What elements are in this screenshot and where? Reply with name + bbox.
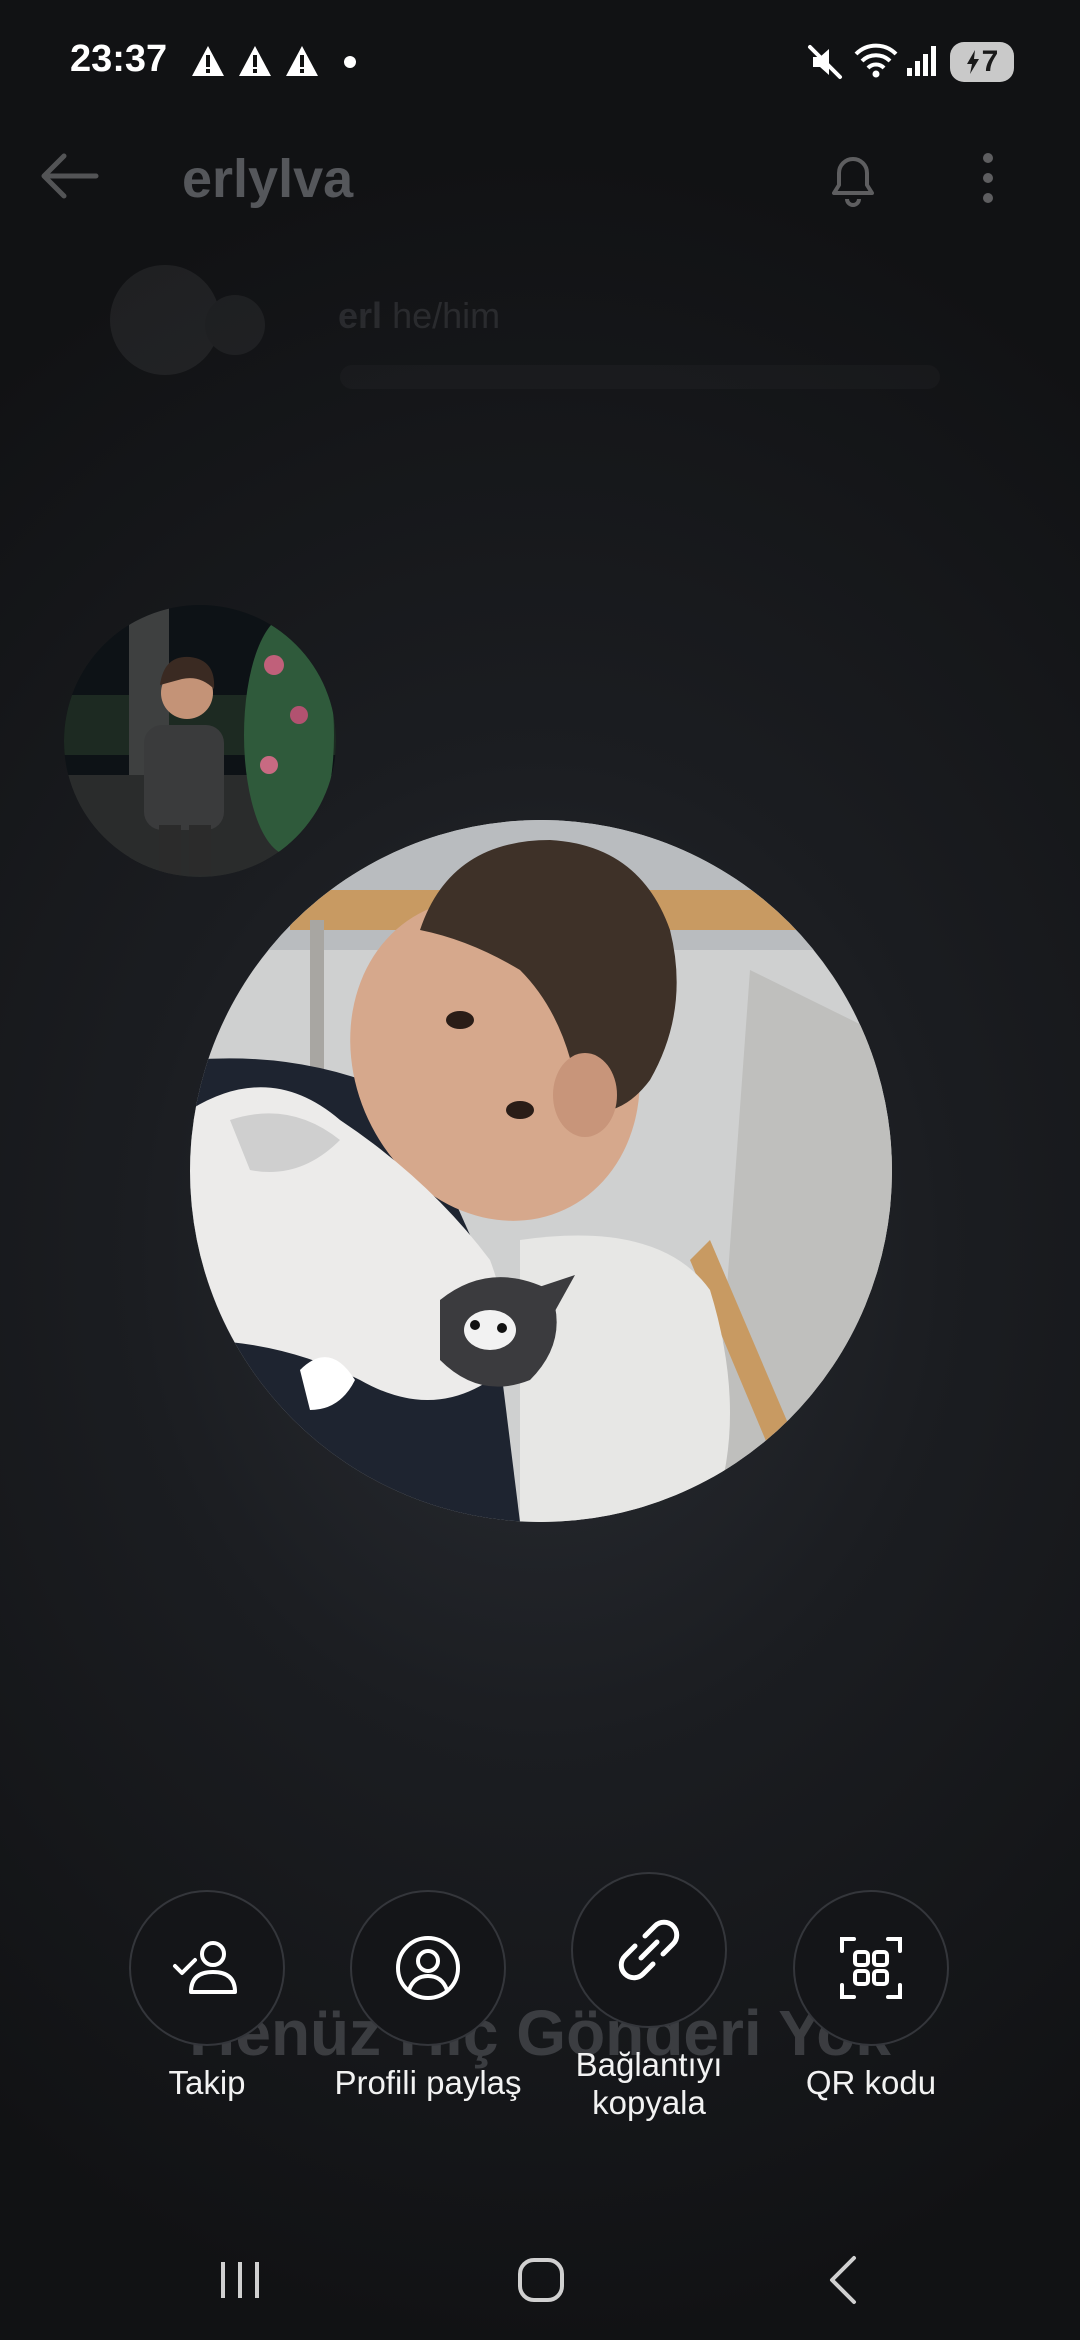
qr-code-label: QR kodu [805, 2064, 937, 2101]
link-icon [618, 1919, 680, 1981]
wifi-icon [854, 43, 898, 78]
copy-link-action[interactable]: Bağlantıyı kopyala [549, 1872, 749, 2122]
share-profile-button[interactable] [350, 1890, 506, 2046]
battery-indicator: 7 [950, 42, 1014, 82]
qr-code-icon [840, 1937, 902, 1999]
bell-icon[interactable] [820, 145, 886, 211]
more-options-icon[interactable] [970, 148, 1006, 208]
copy-link-label: Bağlantıyı kopyala [575, 2046, 723, 2121]
share-profile-action[interactable]: Profili paylaş [328, 1890, 528, 2102]
mute-icon [808, 45, 842, 79]
story-avatar-small[interactable] [64, 605, 336, 877]
status-time: 23:37 [70, 38, 168, 80]
follow-action[interactable]: Takip [107, 1890, 307, 2102]
notification-dot [344, 56, 356, 68]
back-icon[interactable] [810, 2250, 880, 2310]
charging-bolt-icon [966, 50, 979, 74]
follow-label: Takip [168, 2064, 246, 2101]
background-avatar-image [110, 265, 265, 375]
status-bar: 23:37 7 [0, 0, 1080, 120]
profile-pronouns: he/him [392, 295, 501, 336]
profile-username: erlylva [182, 149, 354, 209]
qr-code-action[interactable]: QR kodu [771, 1890, 971, 2102]
share-profile-label: Profili paylaş [334, 2064, 522, 2101]
recent-apps-icon[interactable] [205, 2250, 275, 2310]
signal-icon [907, 46, 936, 76]
system-nav-bar [0, 2220, 1080, 2340]
profile-bio-placeholder [340, 365, 940, 389]
profile-name: erl [338, 295, 383, 336]
profile-name-line: erl he/him [338, 295, 500, 337]
battery-level: 7 [981, 45, 999, 78]
warning-icon [192, 46, 224, 76]
back-arrow-icon[interactable] [36, 150, 102, 202]
profile-share-icon [396, 1936, 460, 2000]
copy-link-button[interactable] [571, 1872, 727, 2028]
qr-code-button[interactable] [793, 1890, 949, 2046]
large-avatar-image [190, 820, 892, 1522]
small-avatar-image [64, 605, 336, 877]
follow-user-icon [173, 1941, 237, 1994]
warning-icon [239, 46, 271, 76]
profile-photo-large[interactable] [190, 820, 892, 1522]
follow-button[interactable] [129, 1890, 285, 2046]
home-icon[interactable] [506, 2250, 576, 2310]
warning-icon [286, 46, 318, 76]
